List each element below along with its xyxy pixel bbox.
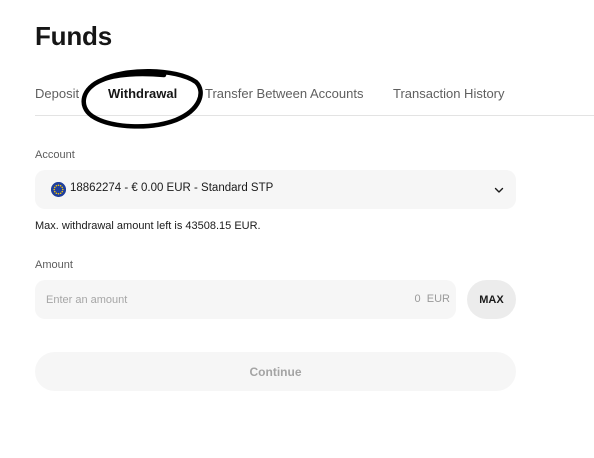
amount-value: 0 xyxy=(414,293,421,305)
tab-deposit[interactable]: Deposit xyxy=(35,86,79,101)
max-withdrawal-note: Max. withdrawal amount left is 43508.15 … xyxy=(35,220,261,232)
eu-flag-icon xyxy=(51,182,66,197)
tab-withdrawal[interactable]: Withdrawal xyxy=(108,86,177,101)
continue-button[interactable]: Continue xyxy=(35,352,516,391)
account-select-value: 18862274 - € 0.00 EUR - Standard STP xyxy=(70,182,274,194)
max-button[interactable]: MAX xyxy=(467,280,516,319)
chevron-down-icon[interactable] xyxy=(492,183,506,197)
tab-bar: Deposit Withdrawal Transfer Between Acco… xyxy=(35,82,594,116)
account-label: Account xyxy=(35,149,75,161)
amount-input[interactable] xyxy=(35,280,395,319)
amount-field: 0 EUR xyxy=(35,280,456,319)
amount-currency-readout: 0 EUR xyxy=(415,293,450,305)
amount-label: Amount xyxy=(35,259,73,271)
tab-transfer-between-accounts[interactable]: Transfer Between Accounts xyxy=(205,86,364,101)
tab-transaction-history[interactable]: Transaction History xyxy=(393,86,505,101)
amount-currency: EUR xyxy=(426,293,450,305)
account-select[interactable]: 18862274 - € 0.00 EUR - Standard STP xyxy=(35,170,516,209)
page-title: Funds xyxy=(35,21,112,51)
